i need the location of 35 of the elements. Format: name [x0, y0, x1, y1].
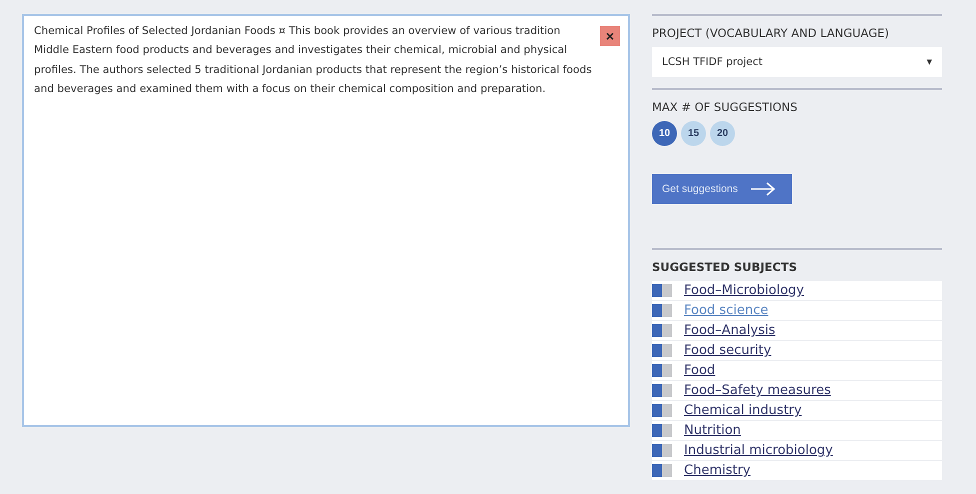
count-option[interactable]: 10 — [652, 121, 677, 146]
subject-link[interactable]: Food–Microbiology — [684, 283, 804, 298]
subject-link[interactable]: Food science — [684, 303, 768, 318]
subject-link[interactable]: Food security — [684, 343, 772, 358]
section-heading: PROJECT (VOCABULARY AND LANGUAGE) — [652, 26, 890, 40]
score-bar — [652, 324, 672, 337]
subject-link[interactable]: Industrial microbiology — [684, 443, 833, 458]
subject-link[interactable]: Food–Safety measures — [684, 383, 831, 398]
subject-link[interactable]: Nutrition — [684, 423, 741, 438]
score-bar — [652, 284, 672, 297]
get-suggestions-button[interactable]: Get suggestions — [652, 174, 792, 204]
text-line: profiles. The authors selected 5 traditional Jordanian products that represent the region’s historical foods — [34, 62, 592, 78]
count-option[interactable]: 20 — [710, 121, 735, 146]
text-area[interactable] — [22, 14, 630, 427]
subject-link[interactable]: Food–Analysis — [684, 323, 776, 338]
score-bar — [652, 424, 672, 437]
text-line: Middle Eastern food products and beverages and investigates their chemical, microbial and physical — [34, 43, 568, 58]
text-line: Chemical Profiles of Selected Jordanian Foods ¤ This book provides an overview of various tradition — [34, 24, 560, 39]
section-heading: MAX # OF SUGGESTIONS — [652, 100, 798, 114]
section-heading: SUGGESTED SUBJECTS — [652, 260, 798, 274]
score-bar — [652, 344, 672, 357]
score-bar — [652, 304, 672, 317]
subject-link[interactable]: Food — [684, 363, 716, 378]
score-bar — [652, 464, 672, 477]
count-option[interactable]: 15 — [681, 121, 706, 146]
score-bar — [652, 384, 672, 397]
score-bar — [652, 404, 672, 417]
score-bar — [652, 444, 672, 457]
project-select[interactable]: LCSH TFIDF project ▾ — [652, 47, 942, 77]
score-bar — [652, 364, 672, 377]
subject-link[interactable]: Chemistry — [684, 463, 750, 478]
text-line: and beverages and examined them with a focus on their chemical composition and preparation. — [34, 82, 546, 97]
close-button[interactable]: × — [600, 26, 620, 46]
subject-link[interactable]: Chemical industry — [684, 403, 802, 418]
arrow-icon — [750, 182, 776, 196]
